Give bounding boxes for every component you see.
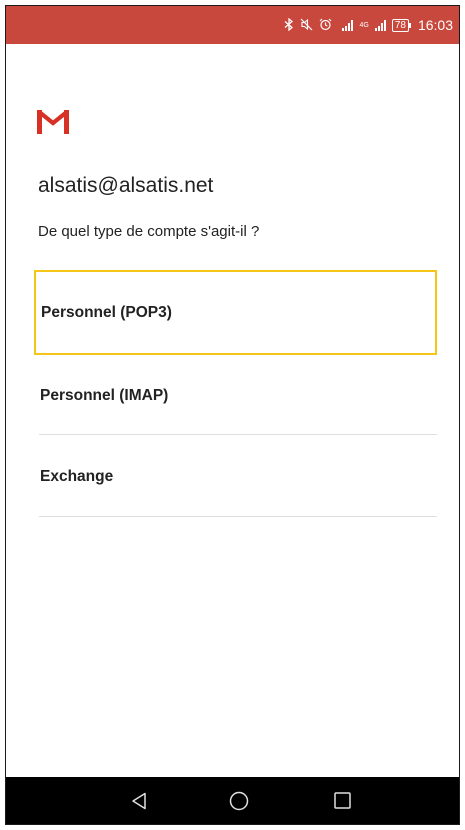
option-imap-label: Personnel (IMAP): [40, 387, 169, 404]
phone-screen: 4G 78 16:03 alsatis@alsatis.net De quel …: [5, 5, 460, 825]
mute-icon: [300, 18, 313, 33]
option-imap[interactable]: Personnel (IMAP): [34, 358, 437, 434]
signal-icon-2: [374, 19, 386, 31]
back-icon[interactable]: [109, 777, 169, 824]
battery-icon: 78: [391, 18, 412, 32]
option-exchange[interactable]: Exchange: [34, 438, 437, 516]
status-bar: 4G 78 16:03: [6, 6, 459, 44]
alarm-icon: [319, 18, 332, 33]
divider: [39, 516, 437, 517]
clock: 16:03: [417, 17, 453, 33]
signal-icon: [342, 19, 354, 31]
option-pop3-label: Personnel (POP3): [41, 303, 172, 321]
bluetooth-icon: [284, 17, 294, 33]
option-pop3[interactable]: Personnel (POP3): [34, 270, 437, 355]
account-email: alsatis@alsatis.net: [38, 174, 214, 197]
gmail-icon: [37, 110, 69, 134]
recents-icon[interactable]: [312, 777, 372, 824]
navigation-bar: [6, 777, 459, 824]
account-type-question: De quel type de compte s'agit-il ?: [38, 223, 260, 240]
option-exchange-label: Exchange: [40, 468, 114, 485]
status-icons: 4G 78 16:03: [284, 6, 453, 44]
divider: [39, 434, 437, 435]
network-type-label: 4G: [359, 21, 369, 29]
home-icon[interactable]: [209, 777, 269, 824]
